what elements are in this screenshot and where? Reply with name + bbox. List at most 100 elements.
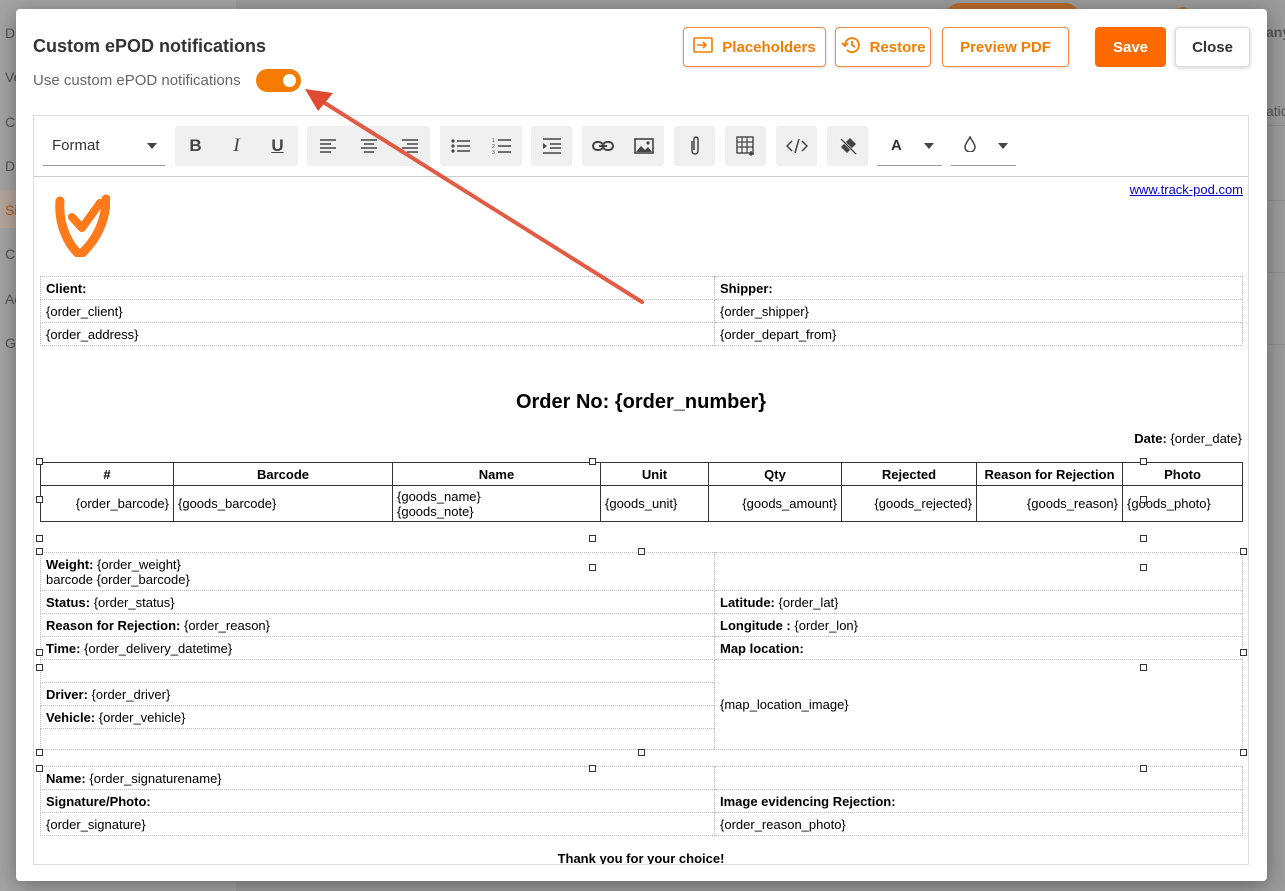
resize-handle[interactable]: [36, 458, 43, 465]
latitude-value: {order_lat}: [778, 594, 839, 610]
placeholders-button[interactable]: Placeholders: [683, 27, 826, 67]
resize-handle[interactable]: [589, 535, 596, 542]
underline-icon[interactable]: U: [257, 126, 298, 166]
chevron-down-icon: [147, 143, 157, 149]
custom-epod-toggle[interactable]: [256, 69, 301, 92]
link-icon[interactable]: [582, 126, 623, 166]
rich-text-editor: Format B I U 123 A www.track-pod.com Cli…: [33, 115, 1249, 865]
status-cell: Status: {order_status}: [40, 590, 715, 614]
resize-handle[interactable]: [1140, 496, 1147, 503]
goods-header: Rejected: [841, 462, 977, 486]
text-style-group: B I U: [175, 126, 298, 166]
spacer-cell: [40, 659, 715, 683]
weight-label: Weight:: [46, 556, 94, 572]
preview-pdf-label: Preview PDF: [960, 38, 1051, 56]
goods-header: Name: [392, 462, 601, 486]
background-divider: [1266, 344, 1285, 345]
bold-icon[interactable]: B: [175, 126, 216, 166]
placeholders-label: Placeholders: [722, 38, 816, 56]
align-left-icon[interactable]: [307, 126, 348, 166]
resize-handle[interactable]: [1140, 765, 1147, 772]
resize-handle[interactable]: [589, 458, 596, 465]
resize-handle[interactable]: [638, 749, 645, 756]
goods-header: Qty: [708, 462, 842, 486]
client-shipper-table: Client: Shipper: {order_client} {order_s…: [40, 276, 1243, 346]
goods-photo-cell: {goods_photo}: [1122, 485, 1243, 522]
resize-handle[interactable]: [1240, 548, 1247, 555]
vehicle-label: Vehicle:: [46, 709, 96, 725]
map-label: Map location:: [720, 640, 804, 656]
goods-name: {goods_name}: [397, 488, 481, 504]
bullet-list-icon[interactable]: [440, 126, 481, 166]
resize-handle[interactable]: [36, 535, 43, 542]
indent-group: [531, 126, 572, 166]
resize-handle[interactable]: [36, 765, 43, 772]
background-sidebar-item: D: [5, 158, 16, 174]
time-value: {order_delivery_datetime}: [84, 640, 233, 656]
longitude-value: {order_lon}: [794, 617, 859, 633]
reason-label: Reason for Rejection:: [46, 617, 181, 633]
image-icon[interactable]: [623, 126, 664, 166]
numbered-list-icon[interactable]: 123: [481, 126, 522, 166]
rejection-image-label-cell: Image evidencing Rejection:: [714, 789, 1243, 813]
history-icon: [840, 36, 861, 58]
code-icon[interactable]: [776, 126, 817, 166]
align-center-icon[interactable]: [348, 126, 389, 166]
resize-handle[interactable]: [1140, 458, 1147, 465]
italic-icon[interactable]: I: [216, 126, 257, 166]
clear-format-icon[interactable]: [827, 126, 868, 166]
goods-barcode-cell: {goods_barcode}: [173, 485, 393, 522]
resize-handle[interactable]: [589, 564, 596, 571]
track-pod-logo: [52, 185, 111, 261]
highlight-icon: [963, 134, 977, 156]
background-sidebar-item: C: [5, 246, 16, 262]
editor-document[interactable]: www.track-pod.com Client: Shipper: {orde…: [34, 177, 1248, 864]
map-image-cell: {map_location_image}: [714, 659, 1243, 750]
align-right-icon[interactable]: [389, 126, 430, 166]
signature-value-cell: {order_signature}: [40, 812, 715, 836]
placeholders-icon: [693, 37, 714, 57]
resize-handle[interactable]: [638, 548, 645, 555]
resize-handle[interactable]: [1240, 649, 1247, 656]
signature-name-label: Name:: [46, 770, 86, 786]
text-color-dropdown[interactable]: A: [877, 126, 942, 166]
goods-header: Photo: [1122, 462, 1243, 486]
resize-handle[interactable]: [1140, 564, 1147, 571]
driver-label: Driver:: [46, 686, 88, 702]
close-button[interactable]: Close: [1175, 27, 1250, 67]
weight-cell: Weight: {order_weight} barcode {order_ba…: [40, 552, 715, 591]
indent-icon[interactable]: [531, 126, 572, 166]
modal-title: Custom ePOD notifications: [33, 36, 267, 56]
resize-handle[interactable]: [1140, 664, 1147, 671]
website-link[interactable]: www.track-pod.com: [1130, 182, 1243, 197]
order-address-cell: {order_address}: [40, 322, 715, 346]
driver-value: {order_driver}: [91, 686, 171, 702]
resize-handle[interactable]: [36, 749, 43, 756]
background-header-text: any: [1266, 24, 1285, 40]
signature-name-cell: Name: {order_signaturename}: [40, 766, 715, 790]
order-depart-cell: {order_depart_from}: [714, 322, 1243, 346]
resize-handle[interactable]: [36, 649, 43, 656]
resize-handle[interactable]: [36, 548, 43, 555]
resize-handle[interactable]: [1240, 749, 1247, 756]
resize-handle[interactable]: [1140, 535, 1147, 542]
preview-pdf-button[interactable]: Preview PDF: [942, 27, 1069, 67]
toggle-label: Use custom ePOD notifications: [33, 72, 241, 89]
table-icon[interactable]: [725, 126, 766, 166]
status-label: Status:: [46, 594, 91, 610]
background-sidebar-item: C: [5, 114, 16, 130]
save-button[interactable]: Save: [1095, 27, 1166, 67]
attachment-group: [674, 126, 715, 166]
code-group: [776, 126, 817, 166]
background-divider: [1266, 272, 1285, 273]
resize-handle[interactable]: [36, 664, 43, 671]
format-dropdown[interactable]: Format: [43, 126, 165, 166]
highlight-dropdown[interactable]: [951, 126, 1016, 166]
resize-handle[interactable]: [589, 765, 596, 772]
goods-header: Reason for Rejection: [976, 462, 1123, 486]
resize-handle[interactable]: [36, 496, 43, 503]
restore-button[interactable]: Restore: [835, 27, 931, 67]
longitude-label: Longitude :: [720, 617, 791, 633]
attachment-icon[interactable]: [674, 126, 715, 166]
chevron-down-icon: [924, 143, 934, 149]
